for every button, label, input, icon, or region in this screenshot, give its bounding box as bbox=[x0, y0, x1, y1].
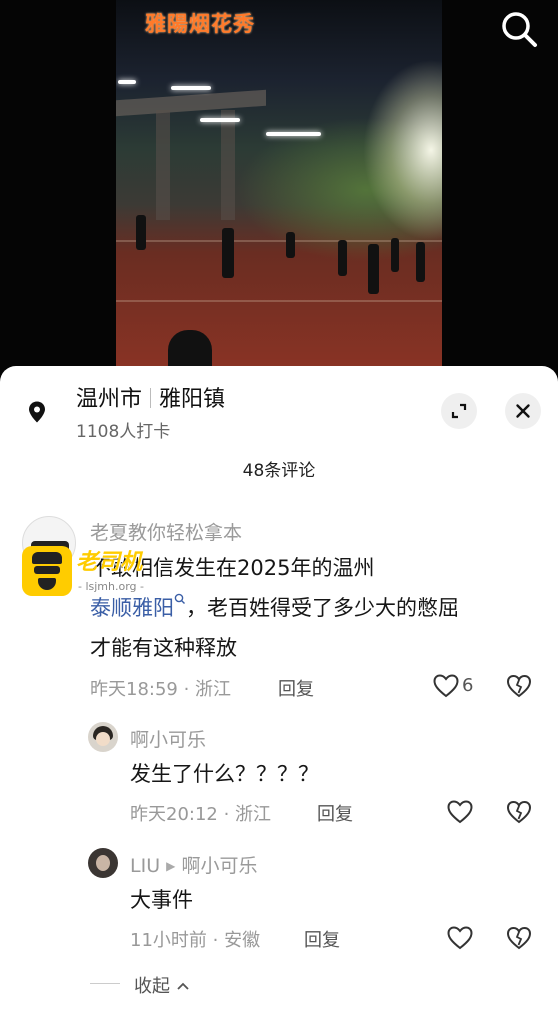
crowd-person bbox=[368, 244, 379, 294]
like-icon[interactable] bbox=[432, 673, 460, 699]
location-divider bbox=[150, 388, 152, 408]
pillar-shape bbox=[221, 110, 235, 220]
reply-region: 浙江 bbox=[235, 804, 272, 825]
collapse-label: 收起 bbox=[134, 972, 190, 998]
crowd-person bbox=[416, 242, 425, 282]
crowd-person bbox=[391, 238, 399, 272]
crowd-person bbox=[286, 232, 295, 258]
location-pin-icon bbox=[29, 401, 45, 423]
dislike-icon[interactable] bbox=[506, 673, 532, 699]
checkin-count: 1108人打卡 bbox=[76, 422, 171, 442]
crowd-person bbox=[222, 228, 234, 278]
reply-region: 安徽 bbox=[224, 930, 261, 951]
reply-button[interactable]: 回复 bbox=[304, 926, 340, 952]
like-icon[interactable] bbox=[446, 799, 474, 825]
comments-count: 48条评论 bbox=[242, 461, 316, 481]
avatar[interactable] bbox=[88, 722, 118, 752]
watermark-badge bbox=[22, 546, 72, 596]
close-button[interactable] bbox=[505, 393, 541, 429]
collapse-divider bbox=[90, 983, 120, 984]
reply-username[interactable]: LIU bbox=[130, 855, 160, 877]
pillar-shape bbox=[156, 110, 170, 220]
video-overlay-title: 雅陽烟花秀 bbox=[145, 12, 255, 36]
reply-header: LIU ▶ 啊小可乐 bbox=[130, 851, 257, 878]
watermark-url: - lsjmh.org - bbox=[78, 580, 144, 593]
crowd-person bbox=[136, 215, 146, 250]
reply-text: 大事件 bbox=[130, 888, 193, 912]
reply-username[interactable]: 啊小可乐 bbox=[130, 725, 206, 752]
watermark-beard-shape bbox=[38, 578, 56, 590]
comments-sheet: 温州市 雅阳镇 1108人打卡 48条评论 老夏教你轻松拿本 不敢相信发生在202… bbox=[0, 366, 558, 1024]
reply-to-username[interactable]: 啊小可乐 bbox=[181, 855, 257, 877]
street-lamp bbox=[266, 132, 321, 136]
watermark-logo: 老司机 - lsjmh.org - bbox=[18, 544, 198, 600]
video-player[interactable]: 雅陽烟花秀 bbox=[0, 0, 558, 380]
crowd-person bbox=[338, 240, 347, 276]
avatar[interactable] bbox=[88, 848, 118, 878]
comment-text-line: 才能有这种释放 bbox=[90, 636, 237, 660]
avatar-face-shape bbox=[96, 855, 110, 871]
close-icon bbox=[516, 404, 530, 418]
chevron-up-icon bbox=[177, 982, 189, 990]
collapse-text: 收起 bbox=[134, 976, 170, 997]
watermark-title: 老司机 bbox=[76, 550, 143, 575]
comment-meta: 昨天18:59 · 浙江 bbox=[90, 679, 232, 700]
reply-text: 发生了什么？？？？ bbox=[130, 762, 319, 786]
expand-button[interactable] bbox=[441, 393, 477, 429]
dislike-icon[interactable] bbox=[506, 925, 532, 951]
reply-meta: 昨天20:12 · 浙江 bbox=[130, 804, 272, 825]
dislike-icon[interactable] bbox=[506, 799, 532, 825]
reply-button[interactable]: 回复 bbox=[278, 675, 314, 701]
search-icon bbox=[502, 12, 537, 47]
street-lamp bbox=[171, 86, 211, 90]
location-name: 温州市 雅阳镇 bbox=[76, 381, 225, 413]
watermark-glasses-shape bbox=[34, 566, 60, 574]
street-lamp bbox=[200, 118, 240, 122]
location-town: 雅阳镇 bbox=[159, 387, 226, 412]
comment-time: 昨天18:59 bbox=[90, 679, 178, 700]
video-frame bbox=[116, 0, 442, 372]
expand-icon bbox=[451, 403, 467, 419]
reply-time: 昨天20:12 bbox=[130, 804, 218, 825]
watermark-hat-shape bbox=[32, 552, 62, 564]
reply-meta: 11小时前 · 安徽 bbox=[130, 930, 261, 951]
street-lamp bbox=[118, 80, 136, 84]
comment-text-rest: ，老百姓得受了多少大的憋屈 bbox=[186, 596, 459, 620]
comment-region: 浙江 bbox=[195, 679, 232, 700]
reply-time: 11小时前 bbox=[130, 930, 207, 951]
reply-button[interactable]: 回复 bbox=[317, 800, 353, 826]
like-icon[interactable] bbox=[446, 925, 474, 951]
avatar-face-shape bbox=[96, 732, 110, 746]
location-city: 温州市 bbox=[76, 387, 143, 412]
bridge-shape bbox=[116, 89, 266, 117]
comment-username[interactable]: 老夏教你轻松拿本 bbox=[90, 518, 242, 545]
reply-arrow-icon: ▶ bbox=[166, 859, 176, 873]
search-button[interactable] bbox=[498, 8, 540, 50]
road-marking bbox=[116, 300, 442, 302]
like-count: 6 bbox=[462, 675, 474, 696]
